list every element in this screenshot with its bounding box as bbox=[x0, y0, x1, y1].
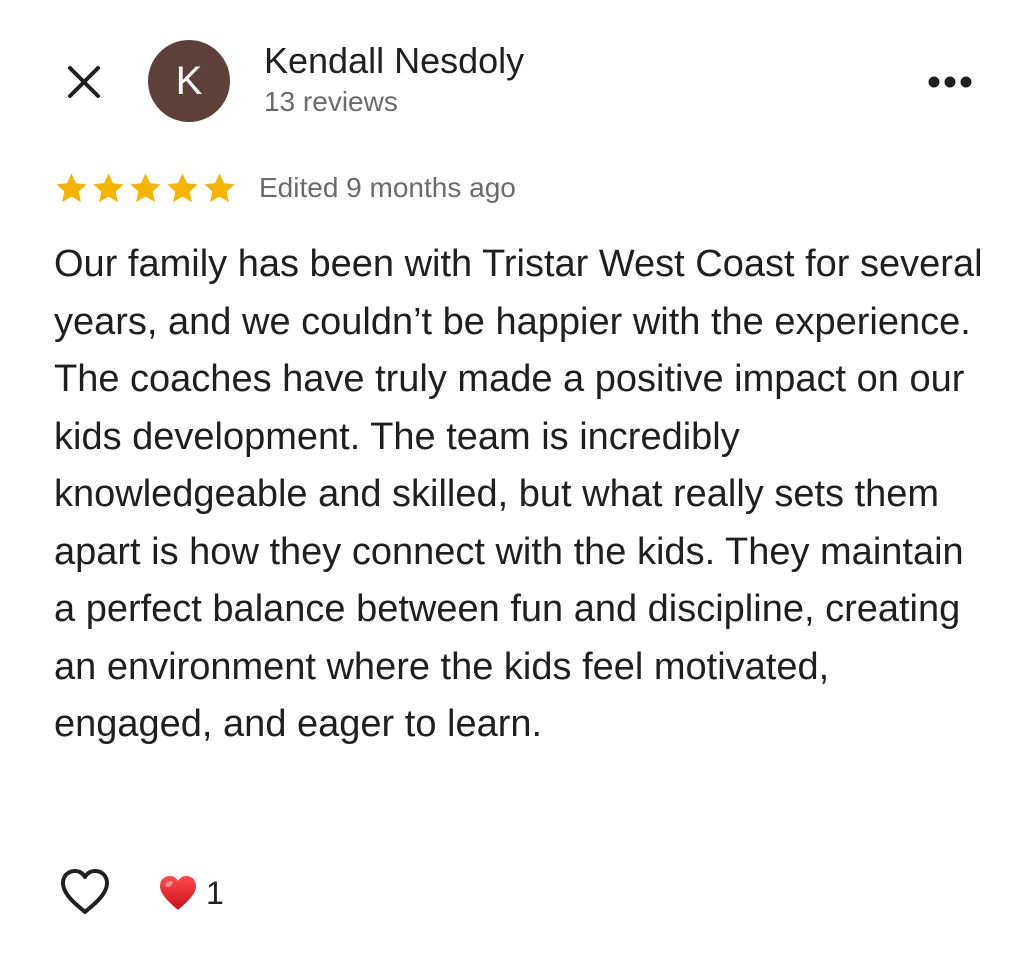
close-icon bbox=[68, 66, 100, 98]
more-options-button[interactable] bbox=[922, 60, 978, 104]
like-button[interactable] bbox=[56, 864, 114, 920]
red-heart-icon bbox=[160, 876, 196, 910]
heart-outline-icon bbox=[61, 869, 109, 914]
review-card: K Kendall Nesdoly 13 reviews Edited 9 mo… bbox=[0, 0, 1024, 957]
edited-timestamp: Edited 9 months ago bbox=[259, 172, 516, 203]
review-text: Our family has been with Tristar West Co… bbox=[54, 243, 983, 745]
star-icon bbox=[130, 173, 161, 202]
star-icon bbox=[167, 173, 198, 202]
more-horizontal-icon bbox=[928, 76, 972, 88]
author-name[interactable]: Kendall Nesdoly bbox=[264, 40, 524, 82]
star-icon bbox=[56, 173, 87, 202]
close-button[interactable] bbox=[58, 56, 110, 108]
avatar[interactable]: K bbox=[148, 40, 230, 122]
star-icon bbox=[204, 173, 235, 202]
avatar-letter: K bbox=[175, 58, 203, 103]
review-count: 13 reviews bbox=[264, 86, 398, 117]
star-icon bbox=[93, 173, 124, 202]
star-rating bbox=[54, 171, 237, 206]
reaction-count: 1 bbox=[206, 874, 224, 911]
rating-row: Edited 9 months ago bbox=[54, 168, 516, 208]
reaction-summary[interactable]: 1 bbox=[158, 868, 224, 918]
